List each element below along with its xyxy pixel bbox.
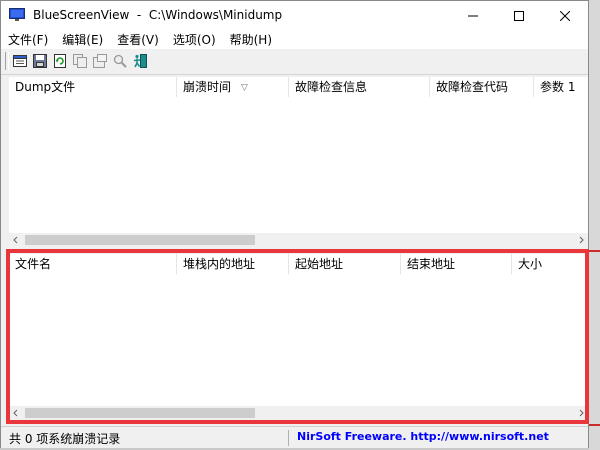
title-bar[interactable]: BlueScreenView - C:\Windows\Minidump bbox=[1, 1, 588, 31]
column-bugcheck-string[interactable]: 故障检查信息 bbox=[289, 77, 430, 97]
driver-list[interactable]: 文件名 堆栈内的地址 起始地址 结束地址 大小 bbox=[9, 254, 588, 420]
background-line bbox=[589, 250, 600, 252]
search-icon[interactable] bbox=[112, 53, 128, 69]
save-icon[interactable] bbox=[32, 53, 48, 69]
app-icon bbox=[9, 8, 25, 21]
status-divider bbox=[288, 430, 289, 446]
background-window bbox=[589, 0, 600, 450]
scrollbar-thumb[interactable] bbox=[25, 408, 255, 418]
crash-list-header: Dump文件 崩溃时间 ▽ 故障检查信息 故障检查代码 参数 1 bbox=[9, 77, 588, 97]
copy-icon[interactable] bbox=[72, 53, 88, 69]
maximize-button[interactable] bbox=[496, 1, 542, 31]
column-address-in-stack[interactable]: 堆栈内的地址 bbox=[177, 254, 289, 274]
column-crash-time-header[interactable]: 崩溃时间 ▽ bbox=[177, 77, 289, 97]
properties-icon[interactable] bbox=[12, 53, 28, 69]
minimize-button[interactable] bbox=[450, 1, 496, 31]
column-dump-file[interactable]: Dump文件 bbox=[9, 77, 177, 97]
pane-splitter[interactable] bbox=[1, 247, 588, 253]
scroll-left-icon[interactable] bbox=[9, 233, 23, 247]
column-from-address[interactable]: 起始地址 bbox=[289, 254, 401, 274]
maximize-icon bbox=[514, 11, 524, 21]
column-crash-time: 崩溃时间 bbox=[183, 80, 232, 94]
menu-help[interactable]: 帮助(H) bbox=[223, 31, 279, 49]
column-to-address[interactable]: 结束地址 bbox=[401, 254, 512, 274]
nirsoft-link[interactable]: NirSoft Freeware. http://www.nirsoft.net bbox=[297, 430, 549, 443]
toolbar-grip[interactable] bbox=[5, 52, 9, 70]
menu-options[interactable]: 选项(O) bbox=[166, 31, 223, 49]
menu-bar: 文件(F) 编辑(E) 查看(V) 选项(O) 帮助(H) bbox=[1, 31, 588, 49]
exit-icon[interactable] bbox=[132, 53, 148, 69]
menu-edit[interactable]: 编辑(E) bbox=[55, 31, 110, 49]
column-bugcheck-code[interactable]: 故障检查代码 bbox=[430, 77, 534, 97]
status-count: 共 0 项系统崩溃记录 bbox=[9, 432, 121, 446]
close-icon bbox=[560, 11, 570, 21]
column-size[interactable]: 大小 bbox=[512, 254, 588, 274]
toolbar bbox=[1, 49, 588, 75]
driver-list-hscrollbar[interactable] bbox=[9, 406, 588, 420]
window-title: BlueScreenView - C:\Windows\Minidump bbox=[33, 8, 283, 22]
sort-arrow-icon: ▽ bbox=[241, 83, 248, 93]
scrollbar-thumb[interactable] bbox=[25, 235, 255, 245]
scroll-left-icon[interactable] bbox=[9, 406, 23, 420]
crash-list[interactable]: Dump文件 崩溃时间 ▽ 故障检查信息 故障检查代码 参数 1 bbox=[9, 77, 588, 247]
column-filename[interactable]: 文件名 bbox=[9, 254, 177, 274]
background-line bbox=[589, 424, 600, 426]
app-window: BlueScreenView - C:\Windows\Minidump 文件(… bbox=[0, 0, 589, 448]
column-parameter-1[interactable]: 参数 1 bbox=[534, 77, 588, 97]
scroll-right-icon[interactable] bbox=[574, 233, 588, 247]
scroll-right-icon[interactable] bbox=[574, 406, 588, 420]
refresh-icon[interactable] bbox=[52, 53, 68, 69]
minimize-icon bbox=[468, 15, 478, 17]
close-button[interactable] bbox=[542, 1, 588, 31]
menu-view[interactable]: 查看(V) bbox=[110, 31, 166, 49]
driver-list-header: 文件名 堆栈内的地址 起始地址 结束地址 大小 bbox=[9, 254, 588, 274]
status-bar: 共 0 项系统崩溃记录 NirSoft Freeware. http://www… bbox=[1, 426, 588, 448]
crash-list-hscrollbar[interactable] bbox=[9, 233, 588, 247]
menu-file[interactable]: 文件(F) bbox=[1, 31, 55, 49]
options-icon[interactable] bbox=[92, 53, 108, 69]
